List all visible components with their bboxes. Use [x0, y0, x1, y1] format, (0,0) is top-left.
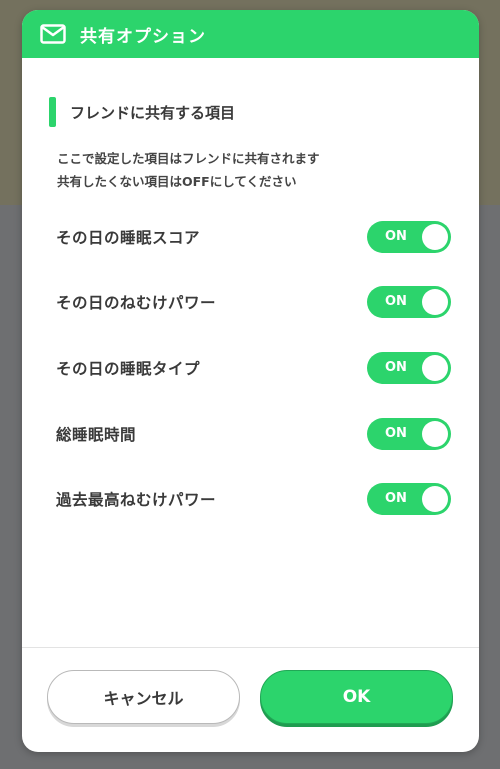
- toggle-knob: [422, 421, 448, 447]
- cancel-button[interactable]: キャンセル: [47, 670, 240, 724]
- sleep-score-toggle[interactable]: ON: [367, 221, 451, 253]
- toggle-state: ON: [385, 426, 407, 441]
- toggle-knob: [422, 355, 448, 381]
- setting-row-total-sleep-time: 総睡眠時間 ON: [56, 417, 451, 451]
- toggle-state: ON: [385, 294, 407, 309]
- setting-row-drowsiness-power: その日のねむけパワー ON: [56, 285, 451, 319]
- dialog-header: 共有オプション: [22, 10, 479, 58]
- drowsiness-power-toggle[interactable]: ON: [367, 286, 451, 318]
- description-line: ここで設定した項目はフレンドに共有されます: [57, 151, 320, 166]
- toggle-knob: [422, 289, 448, 315]
- section-title: フレンドに共有する項目: [70, 103, 236, 122]
- total-sleep-time-toggle[interactable]: ON: [367, 418, 451, 450]
- setting-row-sleep-score: その日の睡眠スコア ON: [56, 220, 451, 254]
- toggle-knob: [422, 224, 448, 250]
- setting-label: その日の睡眠スコア: [56, 229, 201, 247]
- share-options-dialog: 共有オプション フレンドに共有する項目 ここで設定した項目はフレンドに共有されま…: [22, 10, 479, 752]
- toggle-state: ON: [385, 360, 407, 375]
- best-drowsiness-power-toggle[interactable]: ON: [367, 483, 451, 515]
- setting-label: その日のねむけパワー: [56, 294, 217, 312]
- section-heading: フレンドに共有する項目: [49, 97, 235, 127]
- setting-label: その日の睡眠タイプ: [56, 360, 201, 378]
- section-accent-bar: [49, 97, 56, 127]
- footer-divider: [22, 647, 479, 648]
- section-description: ここで設定した項目はフレンドに共有されます 共有したくない項目はOFFにしてくだ…: [57, 147, 320, 193]
- dialog-title: 共有オプション: [80, 26, 206, 47]
- toggle-knob: [422, 486, 448, 512]
- setting-label: 総睡眠時間: [56, 426, 137, 444]
- setting-row-best-drowsiness-power: 過去最高ねむけパワー ON: [56, 482, 451, 516]
- toggle-state: ON: [385, 491, 407, 506]
- setting-row-sleep-type: その日の睡眠タイプ ON: [56, 351, 451, 385]
- setting-label: 過去最高ねむけパワー: [56, 491, 217, 509]
- mail-icon: [40, 24, 66, 44]
- sleep-type-toggle[interactable]: ON: [367, 352, 451, 384]
- toggle-state: ON: [385, 229, 407, 244]
- description-line: 共有したくない項目はOFFにしてください: [57, 174, 297, 189]
- ok-button[interactable]: OK: [260, 670, 453, 724]
